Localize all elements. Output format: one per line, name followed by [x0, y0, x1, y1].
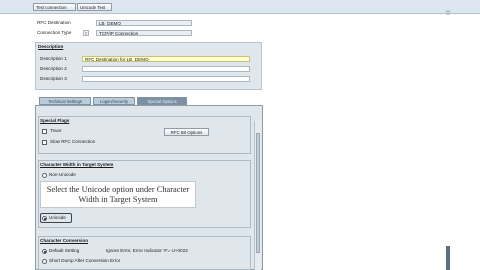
callout-line-2: Width in Target System — [78, 195, 158, 204]
unicode-highlight-box — [40, 213, 72, 223]
application-toolbar: Test connection Unicode Test — [0, 0, 480, 14]
description-3-label: Description 3 — [40, 76, 67, 81]
panel-scrollbar[interactable] — [254, 121, 261, 270]
outer-scrollbar-top[interactable] — [446, 10, 450, 15]
connection-type-field[interactable]: TCP/IP Connection — [96, 30, 192, 36]
tab-special-options[interactable]: Special Options — [137, 97, 187, 105]
window-scrollbar[interactable] — [446, 246, 450, 270]
default-setting-label: Default Setting — [49, 248, 80, 253]
default-setting-radio[interactable] — [42, 249, 47, 254]
tab-logon-security[interactable]: Logon/Security — [93, 97, 135, 105]
callout-line-1: Select the Unicode option under Characte… — [46, 185, 190, 194]
description-group: Description Description 1 RFC Destinatio… — [35, 42, 262, 90]
rfc-destination-label: RFC Destination — [37, 20, 71, 25]
short-dump-radio[interactable] — [42, 259, 47, 264]
non-unicode-label: Non-Unicode — [49, 172, 76, 177]
character-conversion-group: Character Conversion Default Setting Ign… — [38, 236, 251, 270]
description-3-input[interactable] — [82, 76, 250, 82]
non-unicode-radio[interactable] — [42, 173, 47, 178]
rfc-destination-field[interactable]: LB_DEMO — [96, 20, 192, 26]
connection-type-label: Connection Type — [37, 30, 72, 35]
description-2-label: Description 2 — [40, 66, 67, 71]
description-2-input[interactable] — [82, 66, 250, 72]
connection-type-code-field[interactable]: T — [83, 30, 89, 36]
special-flags-title: Special Flags — [40, 118, 70, 123]
description-group-title: Description — [38, 44, 64, 49]
test-connection-button[interactable]: Test connection — [33, 3, 76, 11]
default-setting-note: Ignore Error, Error Indicator '#'= U+002… — [106, 248, 188, 253]
panel-scrollbar-thumb[interactable] — [256, 133, 260, 253]
tab-technical-settings[interactable]: Technical Settings — [39, 97, 91, 105]
trace-checkbox[interactable] — [42, 129, 47, 134]
description-1-label: Description 1 — [40, 56, 67, 61]
slow-rfc-label: Slow RFC Connection — [50, 139, 96, 144]
instruction-callout: Select the Unicode option under Characte… — [40, 181, 196, 208]
description-1-input[interactable]: RFC Destination for LB_DEMO — [82, 56, 250, 62]
character-width-title: Character Width in Target System — [40, 162, 114, 167]
slow-rfc-checkbox[interactable] — [42, 140, 47, 145]
unicode-test-button[interactable]: Unicode Test — [77, 3, 112, 11]
trace-label: Trace — [50, 128, 62, 133]
character-conversion-title: Character Conversion — [40, 238, 88, 243]
short-dump-label: Short Dump After Conversion Error — [49, 258, 121, 263]
special-flags-group: Special Flags Trace Slow RFC Connection … — [38, 116, 251, 154]
rfc-bit-options-button[interactable]: RFC Bit Options — [164, 128, 209, 136]
